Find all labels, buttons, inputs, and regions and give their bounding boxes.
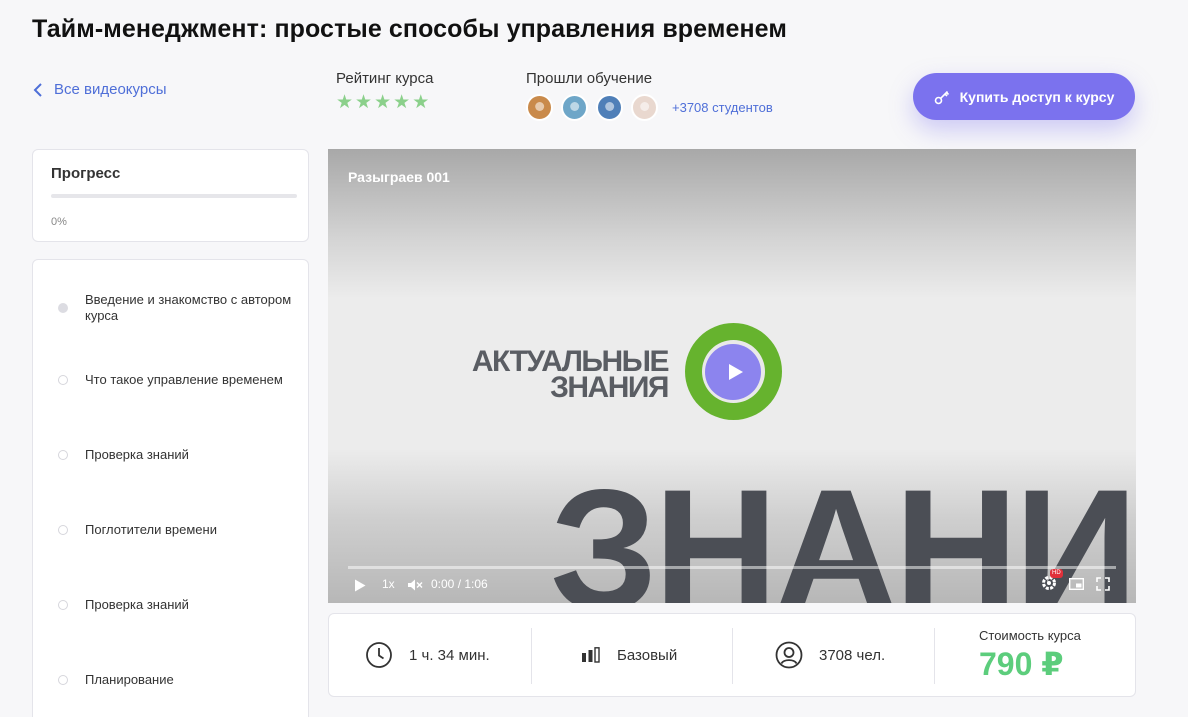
settings-button[interactable]: HD <box>1041 569 1063 591</box>
video-seek-bar[interactable] <box>348 566 1116 569</box>
student-avatars: +3708 студентов <box>526 94 773 121</box>
play-icon <box>728 364 743 380</box>
progress-percent: 0% <box>51 216 67 228</box>
course-level-value: Базовый <box>617 646 678 664</box>
lesson-item[interactable]: Проверка знаний <box>33 597 308 613</box>
lesson-status-dot <box>58 675 68 685</box>
course-duration-value: 1 ч. 34 мин. <box>409 646 490 664</box>
play-small-icon <box>355 579 366 592</box>
lesson-list: Введение и знакомство с автором курса Что… <box>32 259 309 717</box>
chevron-left-icon <box>33 82 42 97</box>
course-participants-value: 3708 чел. <box>819 646 886 664</box>
star-icon: ★ <box>336 92 354 113</box>
lesson-status-dot <box>58 600 68 610</box>
control-play-button[interactable] <box>354 579 366 592</box>
mute-button[interactable] <box>408 579 423 591</box>
lesson-item[interactable]: Что такое управление временем <box>33 372 308 388</box>
lesson-item[interactable]: Планирование <box>33 672 308 688</box>
star-icon: ★ <box>374 92 392 113</box>
progress-card: Прогресс 0% <box>32 149 309 242</box>
course-info-bar: 1 ч. 34 мин. Базовый 3708 чел. Стоимость… <box>328 613 1136 697</box>
star-icon: ★ <box>355 92 373 113</box>
student-avatar <box>526 94 553 121</box>
pip-icon <box>1069 578 1084 590</box>
info-divider <box>531 628 532 684</box>
video-time: 0:00 / 1:06 <box>431 577 488 591</box>
students-passed: Прошли обучение +3708 студентов <box>526 70 773 121</box>
clock-icon <box>366 642 392 668</box>
lesson-item[interactable]: Введение и знакомство с автором курса <box>33 292 308 324</box>
play-button[interactable] <box>705 344 761 400</box>
playback-speed-button[interactable]: 1x <box>382 577 395 591</box>
course-rating: Рейтинг курса ★ ★ ★ ★ ★ <box>336 70 434 113</box>
lesson-title: Что такое управление временем <box>85 372 283 387</box>
lesson-status-dot <box>58 450 68 460</box>
lesson-title: Введение и знакомство с автором курса <box>85 292 292 323</box>
progress-bar <box>51 194 297 198</box>
page-title: Тайм-менеджмент: простые способы управле… <box>32 15 787 43</box>
lesson-status-dot <box>58 303 68 313</box>
student-avatar <box>631 94 658 121</box>
student-avatar <box>561 94 588 121</box>
lesson-item[interactable]: Проверка знаний <box>33 447 308 463</box>
key-icon <box>934 90 949 104</box>
buy-access-button[interactable]: Купить доступ к курсу <box>913 73 1135 120</box>
hd-badge: HD <box>1050 569 1063 578</box>
user-icon <box>775 641 803 669</box>
progress-title: Прогресс <box>51 165 121 182</box>
lesson-title: Планирование <box>85 672 174 687</box>
level-bars-icon <box>582 647 600 663</box>
video-title: Разыграев 001 <box>348 169 450 185</box>
info-divider <box>732 628 733 684</box>
rating-label: Рейтинг курса <box>336 70 434 87</box>
price-label: Стоимость курса <box>979 627 1081 643</box>
picture-in-picture-button[interactable] <box>1069 578 1084 590</box>
star-icon: ★ <box>393 92 411 113</box>
course-participants: 3708 чел. <box>775 614 885 696</box>
student-avatar <box>596 94 623 121</box>
lesson-title: Поглотители времени <box>85 522 217 537</box>
buy-button-label: Купить доступ к курсу <box>959 88 1115 105</box>
fullscreen-button[interactable] <box>1096 577 1110 591</box>
course-price: Стоимость курса 790 ₽ <box>979 614 1081 696</box>
info-divider <box>934 628 935 684</box>
rating-stars: ★ ★ ★ ★ ★ <box>336 93 434 113</box>
course-level: Базовый <box>581 614 677 696</box>
back-to-courses-link[interactable]: Все видеокурсы <box>32 81 167 98</box>
lesson-title: Проверка знаний <box>85 447 189 462</box>
price-value: 790 ₽ <box>979 645 1064 682</box>
video-logo-text-line2: ЗНАНИЯ <box>550 371 669 404</box>
students-count[interactable]: +3708 студентов <box>672 100 773 115</box>
course-duration: 1 ч. 34 мин. <box>365 614 490 696</box>
lesson-item[interactable]: Поглотители времени <box>33 522 308 538</box>
students-passed-label: Прошли обучение <box>526 70 653 87</box>
back-link-label: Все видеокурсы <box>54 81 167 98</box>
lesson-status-dot <box>58 375 68 385</box>
lesson-title: Проверка знаний <box>85 597 189 612</box>
video-controls: 1x 0:00 / 1:06 HD <box>328 564 1136 603</box>
lesson-status-dot <box>58 525 68 535</box>
fullscreen-icon <box>1096 577 1110 591</box>
star-icon: ★ <box>412 92 430 113</box>
volume-muted-icon <box>408 579 423 591</box>
video-player[interactable]: ЗНАНИЯ АКТУАЛЬНЫЕ ЗНАНИЯ Разыграев 001 1… <box>328 149 1136 603</box>
